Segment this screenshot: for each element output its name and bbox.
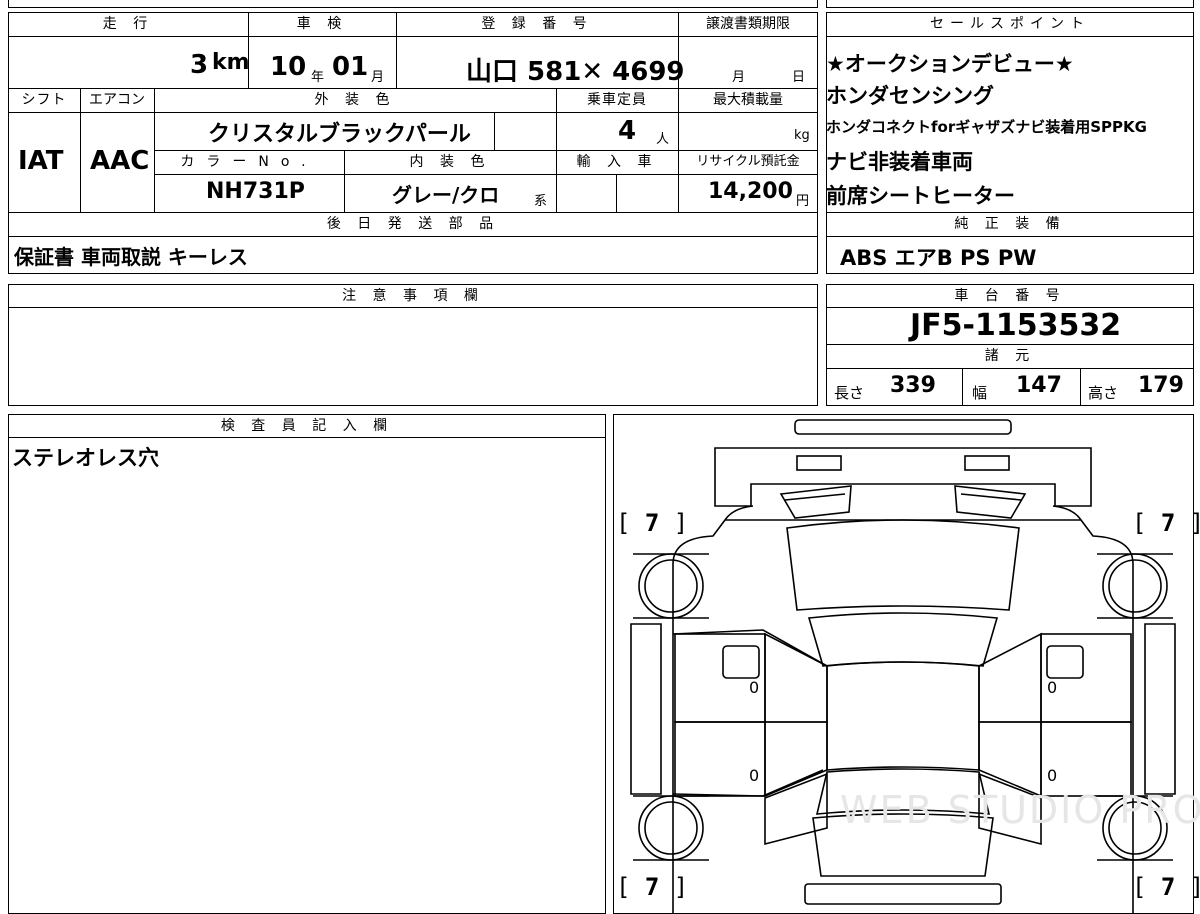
inspector-box xyxy=(8,414,606,914)
length-label: 長さ xyxy=(834,384,865,402)
registration-value: 山口 581✕ 4699 xyxy=(466,57,685,87)
registration-header: 登 録 番 号 xyxy=(481,16,593,32)
max-load-header: 最大積載量 xyxy=(713,92,783,108)
capacity-unit: 人 xyxy=(656,132,670,147)
car-diagram xyxy=(630,419,1176,914)
tire-value: 7 xyxy=(644,873,660,901)
door-mark-rear-left: 0 xyxy=(749,766,760,785)
color-no-header: カラーNo. xyxy=(180,154,318,170)
top-strip xyxy=(8,0,818,8)
body-left xyxy=(672,505,754,914)
capacity-value: 4 xyxy=(618,116,637,146)
mileage-value: 3 xyxy=(190,50,209,80)
headlight-left xyxy=(779,485,852,519)
recycle-unit: 円 xyxy=(796,194,810,209)
left-sill xyxy=(630,623,662,795)
rear-bumper xyxy=(804,883,1002,905)
top-strip-right xyxy=(826,0,1194,8)
fog-right xyxy=(964,455,1010,471)
recycle-header: リサイクル預託金 xyxy=(696,154,800,169)
sales-point-item: ホンダコネクトforギャザズナビ装着用SPPKG xyxy=(826,118,1147,136)
chassis-value: JF5-1153532 xyxy=(910,308,1122,343)
exterior-color-value: クリスタルブラックパール xyxy=(208,122,471,147)
exterior-color-header: 外 装 色 xyxy=(314,92,396,108)
tire-value: 7 xyxy=(644,509,660,537)
chassis-header: 車 台 番 号 xyxy=(954,288,1066,304)
later-parts-header: 後 日 発 送 部 品 xyxy=(326,216,500,232)
max-load-unit: kg xyxy=(794,128,810,143)
door-mark-front-right: 0 xyxy=(1047,678,1058,697)
equipment-value: ABS エアB PS PW xyxy=(840,246,1037,270)
import-header: 輸 入 車 xyxy=(576,154,658,170)
later-parts-value: 保証書 車両取説 キーレス xyxy=(14,245,248,269)
transfer-day-unit: 日 xyxy=(792,70,806,85)
equipment-header: 純 正 装 備 xyxy=(954,216,1066,232)
inspector-header: 検 査 員 記 入 欄 xyxy=(220,418,394,434)
inspection-year-unit: 年 xyxy=(311,70,325,85)
front-bumper-strip xyxy=(794,419,1012,435)
door-mark-front-left: 0 xyxy=(749,678,760,697)
aircon-header: エアコン xyxy=(89,92,145,108)
height-label: 高さ xyxy=(1088,384,1119,402)
recycle-value: 14,200 xyxy=(708,179,793,204)
sales-point-item: ★オークションデビュー★ xyxy=(826,52,1074,76)
tire-tread-front-right: [ 7 ] xyxy=(1132,509,1200,537)
roof xyxy=(826,661,980,771)
capacity-header: 乗車定員 xyxy=(587,92,647,108)
transfer-month-unit: 月 xyxy=(732,70,746,85)
aircon-value: AAC xyxy=(90,146,150,176)
body-right xyxy=(1052,505,1134,914)
tire-tread-rear-right: [ 7 ] xyxy=(1132,873,1200,901)
front-bumper xyxy=(714,447,1092,507)
length-value: 339 xyxy=(890,373,936,398)
specs-header: 諸 元 xyxy=(984,348,1036,364)
tire-tread-front-left: [ 7 ] xyxy=(616,509,689,537)
shift-header: シフト xyxy=(21,92,67,108)
sales-point-item: ナビ非装着車両 xyxy=(826,150,973,174)
height-value: 179 xyxy=(1138,373,1184,398)
inspector-value: ステレオレス穴 xyxy=(12,446,159,470)
transfer-deadline-header: 譲渡書類期限 xyxy=(706,16,790,32)
mileage-unit: km xyxy=(212,50,250,75)
mileage-header: 走 行 xyxy=(102,16,154,32)
sales-point-item: 前席シートヒーター xyxy=(826,184,1015,208)
tire-tread-rear-left: [ 7 ] xyxy=(616,873,689,901)
sales-point-item: ホンダセンシング xyxy=(826,84,994,108)
inspection-year: 10 xyxy=(270,52,307,82)
hood xyxy=(786,519,1020,611)
notes-header: 注 意 事 項 欄 xyxy=(342,288,484,304)
tire-value: 7 xyxy=(1160,509,1176,537)
headlight-right xyxy=(954,485,1027,519)
interior-suffix: 系 xyxy=(534,194,548,209)
right-sill xyxy=(1144,623,1176,795)
tire-value: 7 xyxy=(1160,873,1176,901)
inspection-header: 車 検 xyxy=(296,16,348,32)
watermark: WEB STUDIO PRO xyxy=(840,788,1200,832)
interior-color-header: 内 装 色 xyxy=(409,154,491,170)
width-label: 幅 xyxy=(972,384,988,402)
door-mark-rear-right: 0 xyxy=(1047,766,1058,785)
color-no-value: NH731P xyxy=(206,179,305,204)
inspection-month-unit: 月 xyxy=(371,70,385,85)
interior-color-value: グレー/クロ xyxy=(392,183,500,207)
windshield xyxy=(807,612,999,667)
sales-points-header: セールスポイント xyxy=(930,16,1090,32)
inspection-month: 01 xyxy=(332,52,369,82)
width-value: 147 xyxy=(1016,373,1062,398)
fog-left xyxy=(796,455,842,471)
shift-value: IAT xyxy=(18,146,64,176)
